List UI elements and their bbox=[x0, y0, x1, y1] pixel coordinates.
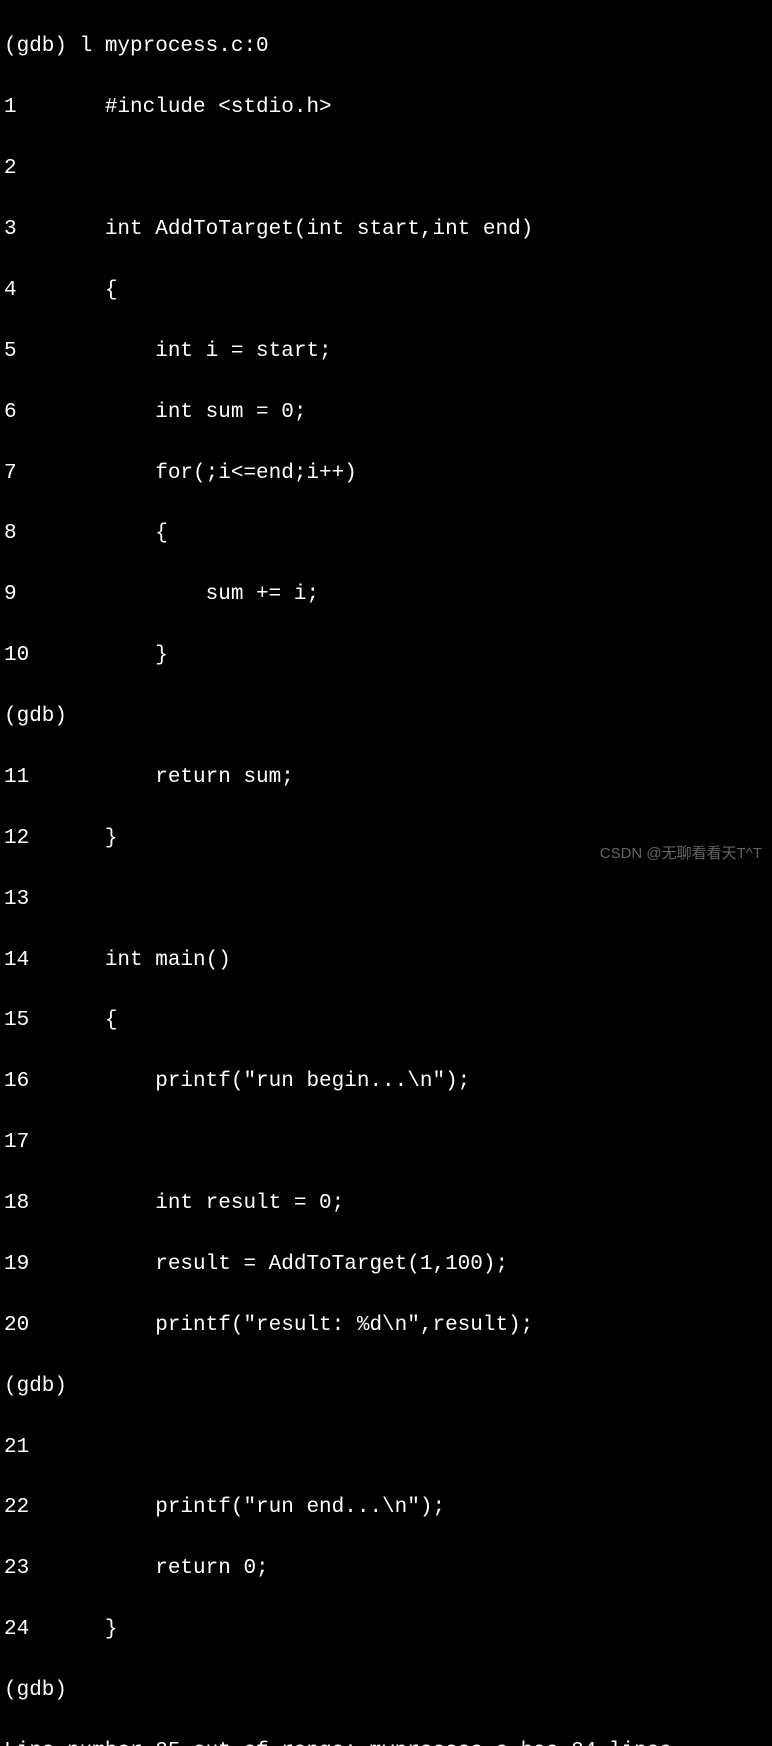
watermark: CSDN @无聊看看天T^T bbox=[600, 843, 762, 865]
terminal-line: 19 result = AddToTarget(1,100); bbox=[4, 1250, 768, 1280]
terminal-line: 22 printf("run end...\n"); bbox=[4, 1493, 768, 1523]
terminal-line: 16 printf("run begin...\n"); bbox=[4, 1067, 768, 1097]
terminal-line: 5 int i = start; bbox=[4, 337, 768, 367]
terminal-line: 14 int main() bbox=[4, 946, 768, 976]
terminal-line: 3 int AddToTarget(int start,int end) bbox=[4, 215, 768, 245]
terminal-line: (gdb) bbox=[4, 1676, 768, 1706]
terminal-line: 8 { bbox=[4, 519, 768, 549]
terminal-line: 24 } bbox=[4, 1615, 768, 1645]
terminal-output: (gdb) l myprocess.c:0 1 #include <stdio.… bbox=[0, 0, 772, 1746]
terminal-line: 1 #include <stdio.h> bbox=[4, 93, 768, 123]
terminal-line: 4 { bbox=[4, 276, 768, 306]
terminal-line: 23 return 0; bbox=[4, 1554, 768, 1584]
terminal-line: 2 bbox=[4, 154, 768, 184]
terminal-line: (gdb) bbox=[4, 702, 768, 732]
terminal-line: 7 for(;i<=end;i++) bbox=[4, 459, 768, 489]
terminal-line: 17 bbox=[4, 1128, 768, 1158]
terminal-line: Line number 25 out of range; myprocess.c… bbox=[4, 1737, 768, 1746]
terminal-line: (gdb) bbox=[4, 1372, 768, 1402]
terminal-line: (gdb) l myprocess.c:0 bbox=[4, 32, 768, 62]
terminal-line: 20 printf("result: %d\n",result); bbox=[4, 1311, 768, 1341]
terminal-line: 10 } bbox=[4, 641, 768, 671]
terminal-line: 21 bbox=[4, 1433, 768, 1463]
terminal-line: 18 int result = 0; bbox=[4, 1189, 768, 1219]
terminal-line: 6 int sum = 0; bbox=[4, 398, 768, 428]
terminal-line: 9 sum += i; bbox=[4, 580, 768, 610]
terminal-line: 15 { bbox=[4, 1006, 768, 1036]
terminal-line: 11 return sum; bbox=[4, 763, 768, 793]
terminal-line: 13 bbox=[4, 885, 768, 915]
